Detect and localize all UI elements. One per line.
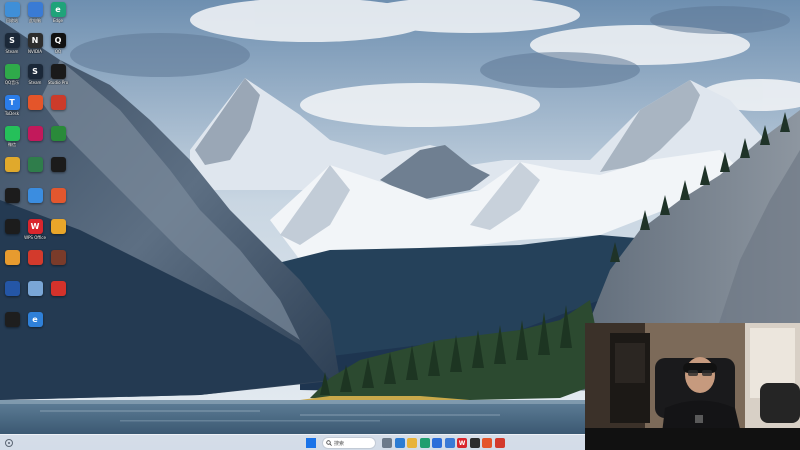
desktop-icon[interactable]: W WPS Office: [23, 219, 47, 249]
desktop-icon[interactable]: [0, 281, 24, 311]
wps-icon: W: [27, 219, 43, 234]
desktop-icon[interactable]: S Steam: [23, 64, 47, 94]
desktop-icon[interactable]: 回收站: [0, 2, 24, 32]
desktop-icon[interactable]: [0, 219, 24, 249]
app-icon: [4, 250, 20, 265]
taskbar: 搜索 W: [0, 434, 585, 450]
search-icon: [326, 440, 332, 446]
app-icon: [4, 219, 20, 234]
app-icon[interactable]: [482, 438, 492, 448]
edge-browser-icon: e: [50, 2, 66, 17]
computer-icon: [27, 2, 43, 17]
app-icon: [27, 126, 43, 141]
app-icon[interactable]: [494, 438, 505, 448]
windows-logo-icon: [306, 443, 311, 448]
desktop-icon[interactable]: S Steam: [0, 33, 24, 63]
app-icon: [27, 157, 43, 172]
steam-icon: S: [27, 64, 43, 79]
desktop-icon[interactable]: [46, 157, 70, 187]
app-icon[interactable]: [469, 438, 480, 448]
desktop-icon-grid: 回收站 此电脑 e Edge S Steam N NVIDIA Q QQ QQ音乐 S Steam Stu…: [0, 0, 72, 430]
app-icon: [27, 95, 43, 110]
desktop-icon[interactable]: 微信: [0, 126, 24, 156]
desktop-icon[interactable]: [0, 157, 24, 187]
widgets-icon[interactable]: [394, 438, 405, 448]
start-button[interactable]: [305, 437, 317, 449]
windows-logo-icon: [311, 438, 316, 443]
desktop-icon[interactable]: 此电脑: [23, 2, 47, 32]
desktop-icon[interactable]: [0, 188, 24, 218]
desktop-icon-label: Edge: [52, 18, 64, 23]
desktop-icon[interactable]: [23, 126, 47, 156]
todesk-icon: T: [4, 95, 20, 110]
browser-icon: e: [27, 312, 43, 327]
desktop-icon[interactable]: T ToDesk: [0, 95, 24, 125]
app-icon: [50, 95, 66, 110]
desktop-icon[interactable]: QQ音乐: [0, 64, 24, 94]
app-icon: [50, 219, 66, 234]
desktop-icon-label: Studio Pro: [47, 80, 69, 85]
desktop-icon[interactable]: [0, 312, 24, 342]
desktop-icon[interactable]: [23, 95, 47, 125]
desktop-icon[interactable]: [23, 157, 47, 187]
app-icon: [27, 281, 43, 296]
app-icon: [50, 157, 66, 172]
desktop-icon[interactable]: [23, 281, 47, 311]
desktop-icon[interactable]: [46, 250, 70, 280]
edge-browser-icon[interactable]: [419, 438, 430, 448]
search-placeholder: 搜索: [334, 440, 345, 447]
taskbar-search-box[interactable]: 搜索: [322, 437, 376, 449]
app-icon: [4, 312, 20, 327]
desktop-icon[interactable]: [46, 126, 70, 156]
qq-icon: Q: [50, 33, 66, 48]
app-icon: [50, 250, 66, 265]
desktop-icon-label: ToDesk: [4, 111, 20, 116]
app-icon[interactable]: [444, 438, 455, 448]
desktop-icon[interactable]: [23, 250, 47, 280]
windows-logo-icon: [311, 443, 316, 448]
wps-icon[interactable]: W: [457, 438, 467, 448]
desktop-icon-label: QQ: [54, 49, 62, 54]
app-icon: [4, 281, 20, 296]
app-icon: [50, 281, 66, 296]
qq-music-icon: [4, 64, 20, 79]
desktop-icon[interactable]: [46, 281, 70, 311]
recycle-bin-icon: [4, 2, 20, 17]
desktop-icon[interactable]: [23, 188, 47, 218]
file-explorer-icon[interactable]: [407, 438, 417, 448]
desktop-icon-label: WPS Office: [24, 235, 46, 240]
studio-icon: [50, 64, 66, 79]
app-icon: [50, 188, 66, 203]
webcam-overlay: [585, 323, 800, 450]
desktop-icon[interactable]: Studio Pro: [46, 64, 70, 94]
desktop-icon[interactable]: e Edge: [46, 2, 70, 32]
store-icon[interactable]: [432, 438, 442, 448]
nvidia-icon: N: [27, 33, 43, 48]
wechat-icon: [4, 126, 20, 141]
notification-bell-icon[interactable]: [4, 438, 14, 448]
desktop-icon[interactable]: [46, 188, 70, 218]
desktop-icon[interactable]: [46, 219, 70, 249]
folder-icon: [4, 157, 20, 172]
app-icon: [27, 188, 43, 203]
desktop-icon[interactable]: e: [23, 312, 47, 342]
app-icon: [50, 126, 66, 141]
desktop-icon[interactable]: N NVIDIA: [23, 33, 47, 63]
task-view-icon[interactable]: [382, 438, 392, 448]
app-icon: [4, 188, 20, 203]
desktop-icon[interactable]: [0, 250, 24, 280]
desktop-icon[interactable]: Q QQ: [46, 33, 70, 63]
desktop-icon-label: 微信: [8, 142, 16, 147]
app-icon: [27, 250, 43, 265]
windows-logo-icon: [306, 438, 311, 443]
steam-icon: S: [4, 33, 20, 48]
desktop-icon[interactable]: [46, 95, 70, 125]
